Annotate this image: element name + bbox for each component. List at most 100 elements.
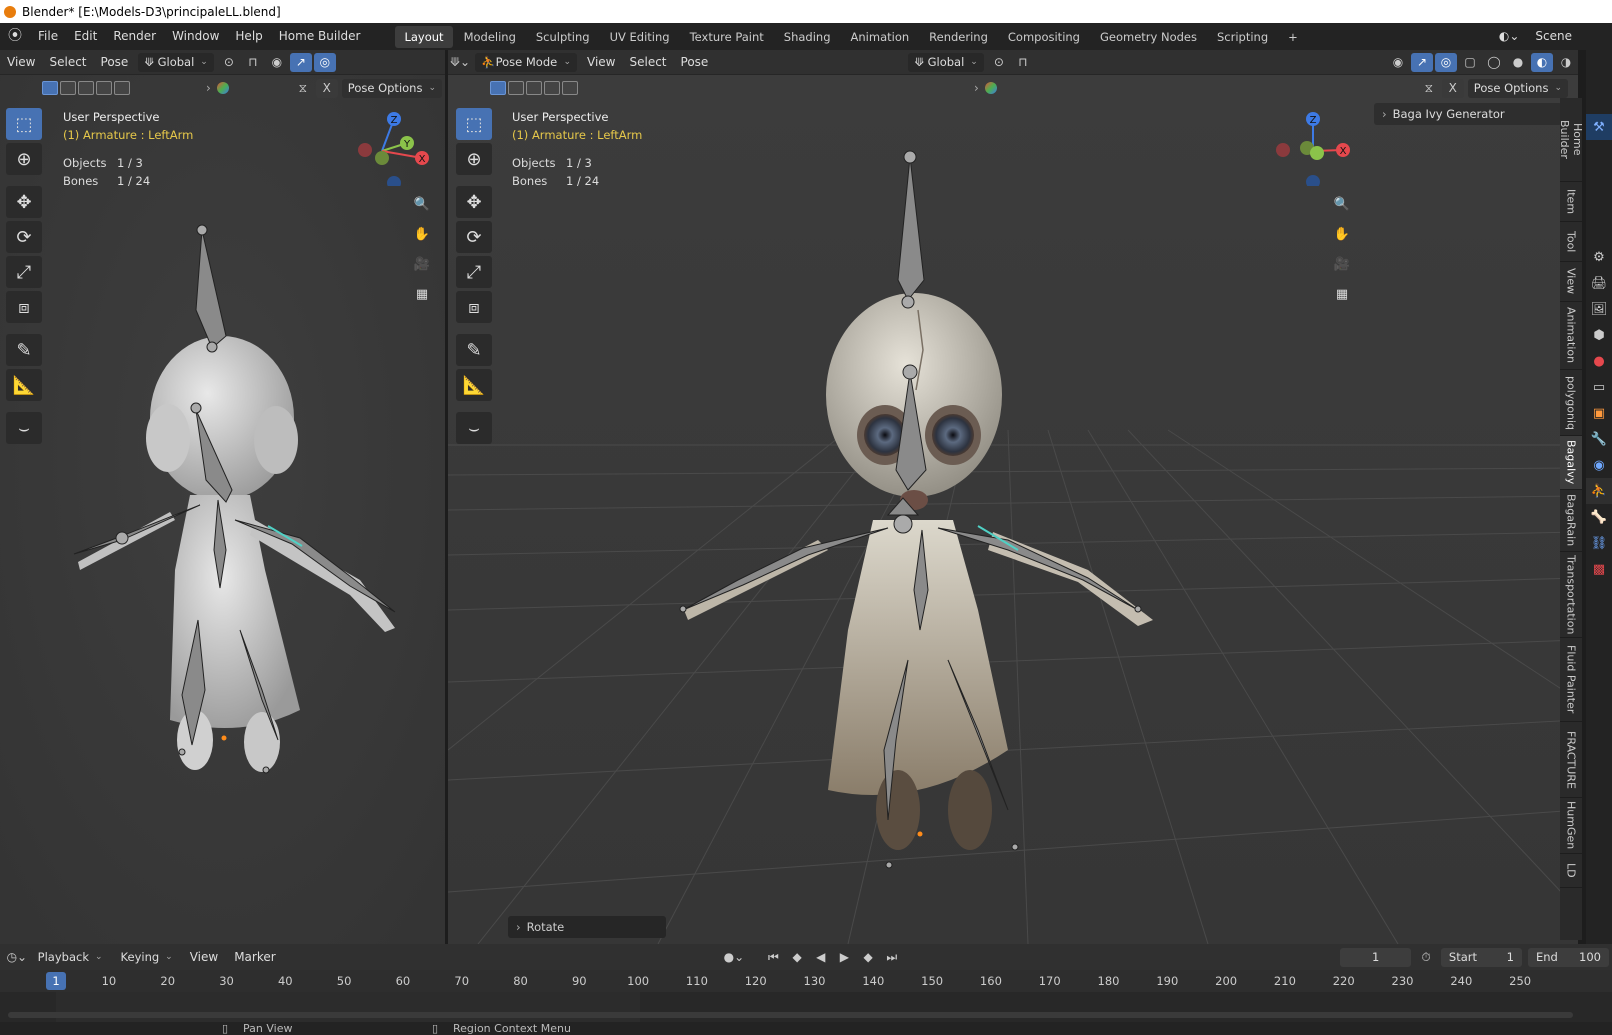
frame-ruler[interactable]: 1 10 20 30 40 50 60 70 80 90 100 110 120 130 140 150 16…	[0, 970, 1612, 992]
right-rotate-tool-icon[interactable]: ⟳	[456, 221, 492, 253]
current-frame-marker[interactable]: 1	[46, 972, 66, 990]
right-collapse-chevron-icon[interactable]: ›	[974, 81, 979, 95]
right-transform-tool-icon[interactable]: ⧈	[456, 291, 492, 323]
right-cursor-tool-icon[interactable]: ⊕	[456, 143, 492, 175]
left-overlay-visibility-icon[interactable]: ◉	[266, 53, 288, 72]
mode-dropdown[interactable]: ⛹ Pose Mode ⌄	[475, 52, 577, 72]
bone-constraint-icon[interactable]: ⛓	[1586, 530, 1612, 556]
left-pose-options-dropdown[interactable]: Pose Options ⌄	[341, 78, 442, 98]
right-zoom-icon[interactable]: 🔍	[1330, 193, 1354, 215]
tab-layout[interactable]: Layout	[395, 25, 453, 48]
left-menu-select[interactable]: Select	[42, 55, 93, 69]
right-orientation-dropdown[interactable]: ⟱ Global ⌄	[908, 52, 984, 72]
left-menu-pose[interactable]: Pose	[94, 55, 136, 69]
measure-tool-icon[interactable]: 📐	[6, 369, 42, 401]
right-select-subtract-icon[interactable]	[526, 81, 542, 95]
select-new-icon[interactable]	[42, 81, 58, 95]
camera-icon[interactable]: 🎥	[410, 253, 434, 275]
bone-properties-icon[interactable]: 🦴	[1586, 504, 1612, 530]
right-scale-tool-icon[interactable]: ⤢	[456, 256, 492, 288]
perspective-grid-icon[interactable]: ▦	[410, 283, 434, 305]
scale-tool-icon[interactable]: ⤢	[6, 256, 42, 288]
right-menu-pose[interactable]: Pose	[674, 55, 716, 69]
tool-properties-icon[interactable]: ⚒	[1586, 114, 1612, 140]
right-select-extend-icon[interactable]	[508, 81, 524, 95]
left-orientation-dropdown[interactable]: ⟱ Global ⌄	[138, 52, 214, 72]
material-shading-icon[interactable]: ◐	[1531, 52, 1553, 72]
last-operator-panel[interactable]: › Rotate	[508, 916, 666, 938]
sidetab-fluid-painter[interactable]: Fluid Painter	[1560, 638, 1582, 722]
right-select-invert-icon[interactable]	[544, 81, 560, 95]
left-menu-view[interactable]: View	[0, 55, 42, 69]
right-select-mode-buttons[interactable]	[490, 81, 578, 95]
render-properties-icon[interactable]: ⚙	[1586, 244, 1612, 270]
bone-envelope-tool-icon[interactable]: ⌣	[6, 412, 42, 444]
sidetab-polygoniq[interactable]: polygoniq	[1560, 370, 1582, 436]
baga-ivy-panel[interactable]: › Baga Ivy Generator	[1374, 103, 1562, 125]
tab-rendering[interactable]: Rendering	[920, 26, 997, 48]
pan-hand-icon[interactable]: ✋	[410, 223, 434, 245]
view-layer-icon[interactable]: 🖼	[1586, 296, 1612, 322]
current-frame-field[interactable]: 1	[1340, 947, 1412, 967]
right-measure-tool-icon[interactable]: 📐	[456, 369, 492, 401]
menu-home-builder[interactable]: Home Builder	[271, 23, 369, 50]
scene-name[interactable]: Scene	[1527, 23, 1612, 50]
editor-type-icon[interactable]: ⟱⌄	[449, 53, 471, 72]
next-keyframe-icon[interactable]: ◆	[857, 948, 879, 967]
blender-menu-icon[interactable]: ⦿	[0, 23, 30, 50]
physics-properties-icon[interactable]: ◉	[1586, 452, 1612, 478]
tab-uv-editing[interactable]: UV Editing	[601, 26, 679, 48]
left-mirror-icon[interactable]: ⧖	[292, 79, 314, 98]
rotate-tool-icon[interactable]: ⟳	[6, 221, 42, 253]
right-gizmo-toggle-icon[interactable]: ↗	[1411, 52, 1433, 72]
sidetab-view[interactable]: View	[1560, 262, 1582, 302]
sidetab-tool[interactable]: Tool	[1560, 222, 1582, 262]
menu-file[interactable]: File	[30, 23, 66, 50]
tab-modeling[interactable]: Modeling	[455, 26, 525, 48]
right-snap-icon[interactable]: ⊓	[1012, 53, 1034, 72]
right-camera-icon[interactable]: 🎥	[1330, 253, 1354, 275]
zoom-icon[interactable]: 🔍	[410, 193, 434, 215]
right-select-intersect-icon[interactable]	[562, 81, 578, 95]
timeline-scrollbar[interactable]	[8, 1012, 1573, 1018]
left-navigation-gizmo[interactable]: Z Y X	[352, 106, 432, 186]
select-intersect-icon[interactable]	[114, 81, 130, 95]
transform-tool-icon[interactable]: ⧈	[6, 291, 42, 323]
left-pivot-icon[interactable]: ⊙	[218, 53, 240, 72]
right-pan-hand-icon[interactable]: ✋	[1330, 223, 1354, 245]
right-navigation-gizmo[interactable]: Z X	[1273, 106, 1353, 186]
texture-properties-icon[interactable]: ▩	[1586, 556, 1612, 582]
select-subtract-icon[interactable]	[78, 81, 94, 95]
rendered-shading-icon[interactable]: ◑	[1555, 53, 1577, 72]
sidetab-transportation[interactable]: Transportation	[1560, 552, 1582, 638]
menu-render[interactable]: Render	[105, 23, 164, 50]
timeline-editor-icon[interactable]: ◷⌄	[6, 948, 28, 967]
right-viewport[interactable]: ⟱⌄ ⛹ Pose Mode ⌄ View Select Pose ⟱ Global…	[448, 50, 1578, 944]
cursor-tool-icon[interactable]: ⊕	[6, 143, 42, 175]
scene-properties-icon[interactable]: ⬢	[1586, 322, 1612, 348]
sidetab-ld[interactable]: LD	[1560, 854, 1582, 888]
left-gizmo-toggle-icon[interactable]: ↗	[289, 52, 312, 72]
xray-icon[interactable]: ▢	[1459, 53, 1481, 72]
tab-texture-paint[interactable]: Texture Paint	[681, 26, 773, 48]
tab-scripting[interactable]: Scripting	[1208, 26, 1277, 48]
left-snap-icon[interactable]: ⊓	[242, 53, 264, 72]
left-x-mirror-button[interactable]: X	[315, 78, 338, 98]
sidetab-bagaivy[interactable]: BagaIvy	[1560, 436, 1582, 490]
annotate-tool-icon[interactable]: ✎	[6, 334, 42, 366]
select-extend-icon[interactable]	[60, 81, 76, 95]
select-invert-icon[interactable]	[96, 81, 112, 95]
left-overlays-icon[interactable]: ◎	[313, 52, 336, 72]
jump-start-icon[interactable]: ⏮	[763, 948, 785, 967]
scene-icon[interactable]: ◐⌄	[1491, 23, 1528, 50]
left-select-mode-buttons[interactable]	[42, 81, 130, 95]
right-select-box-tool-icon[interactable]: ⬚	[456, 108, 492, 140]
right-annotate-tool-icon[interactable]: ✎	[456, 334, 492, 366]
sidetab-home-builder[interactable]: Home Builder	[1558, 98, 1584, 182]
menu-edit[interactable]: Edit	[66, 23, 105, 50]
select-box-tool-icon[interactable]: ⬚	[6, 108, 42, 140]
right-select-new-icon[interactable]	[490, 81, 506, 95]
right-mirror-icon[interactable]: ⧖	[1418, 79, 1440, 98]
tab-shading[interactable]: Shading	[775, 26, 840, 48]
right-menu-select[interactable]: Select	[622, 55, 673, 69]
